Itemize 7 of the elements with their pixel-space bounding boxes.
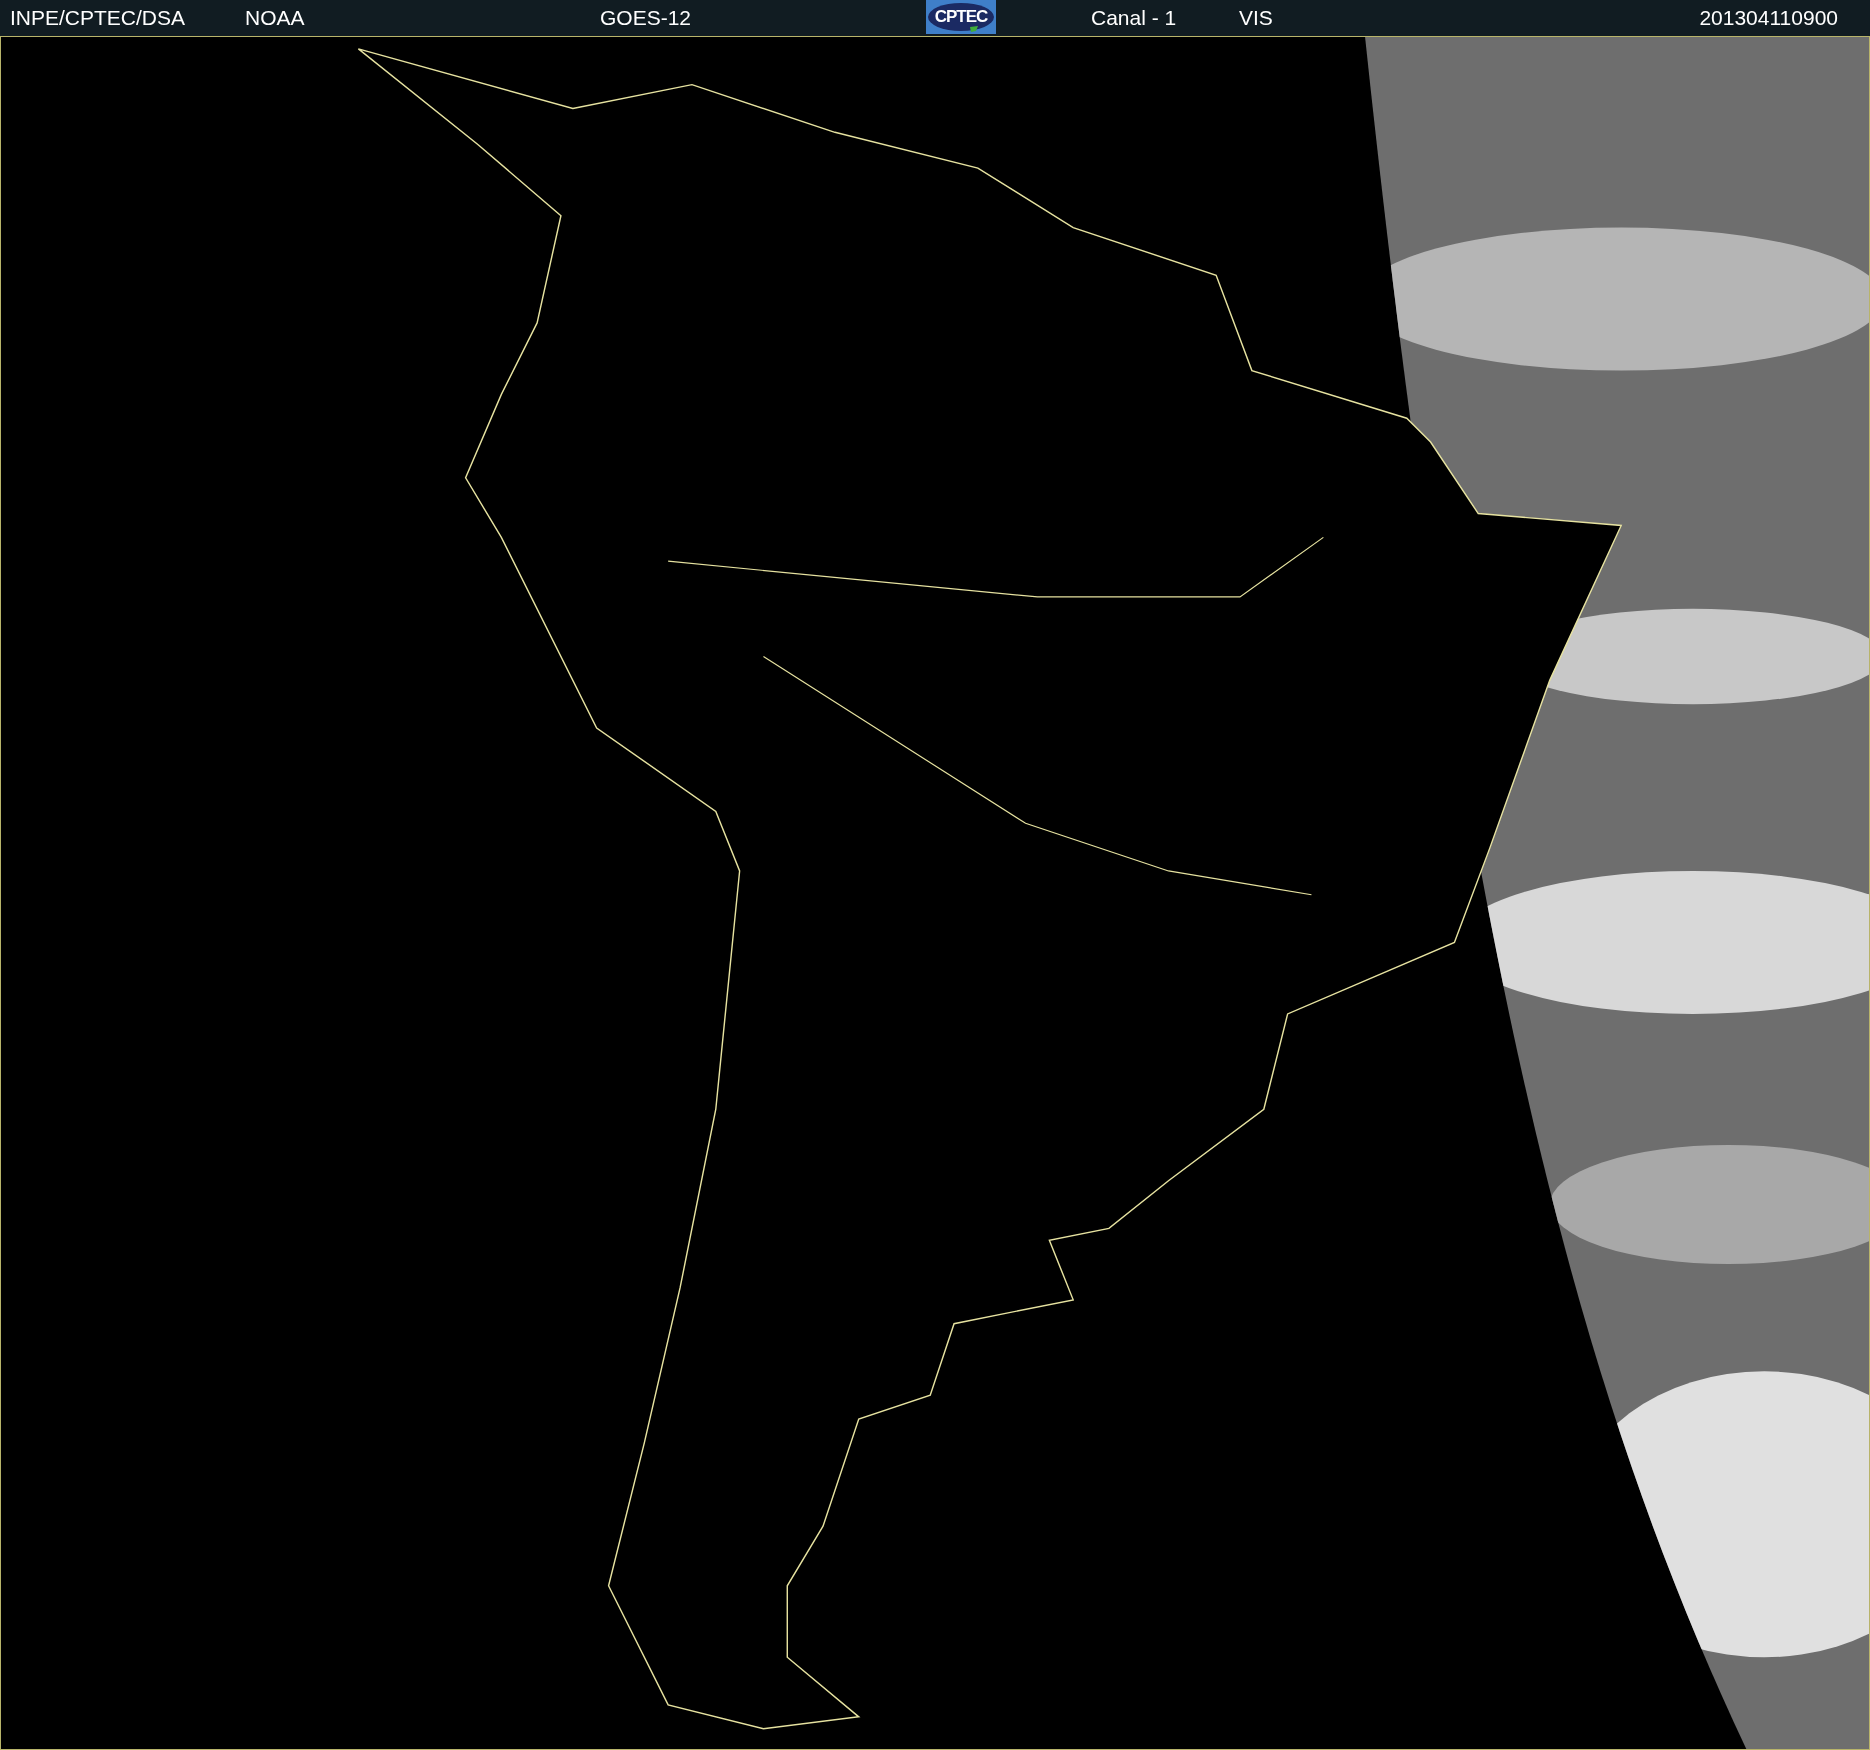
band-label: VIS [1239,6,1273,30]
satellite-label: GOES-12 [600,6,692,30]
channel-label: Canal - 1 [1090,6,1177,30]
timestamp-label: 201304110900 [1699,6,1838,30]
logo: CPTEC [926,0,996,34]
agency-label: NOAA [245,6,305,30]
source-label: INPE/CPTEC/DSA [10,6,186,30]
